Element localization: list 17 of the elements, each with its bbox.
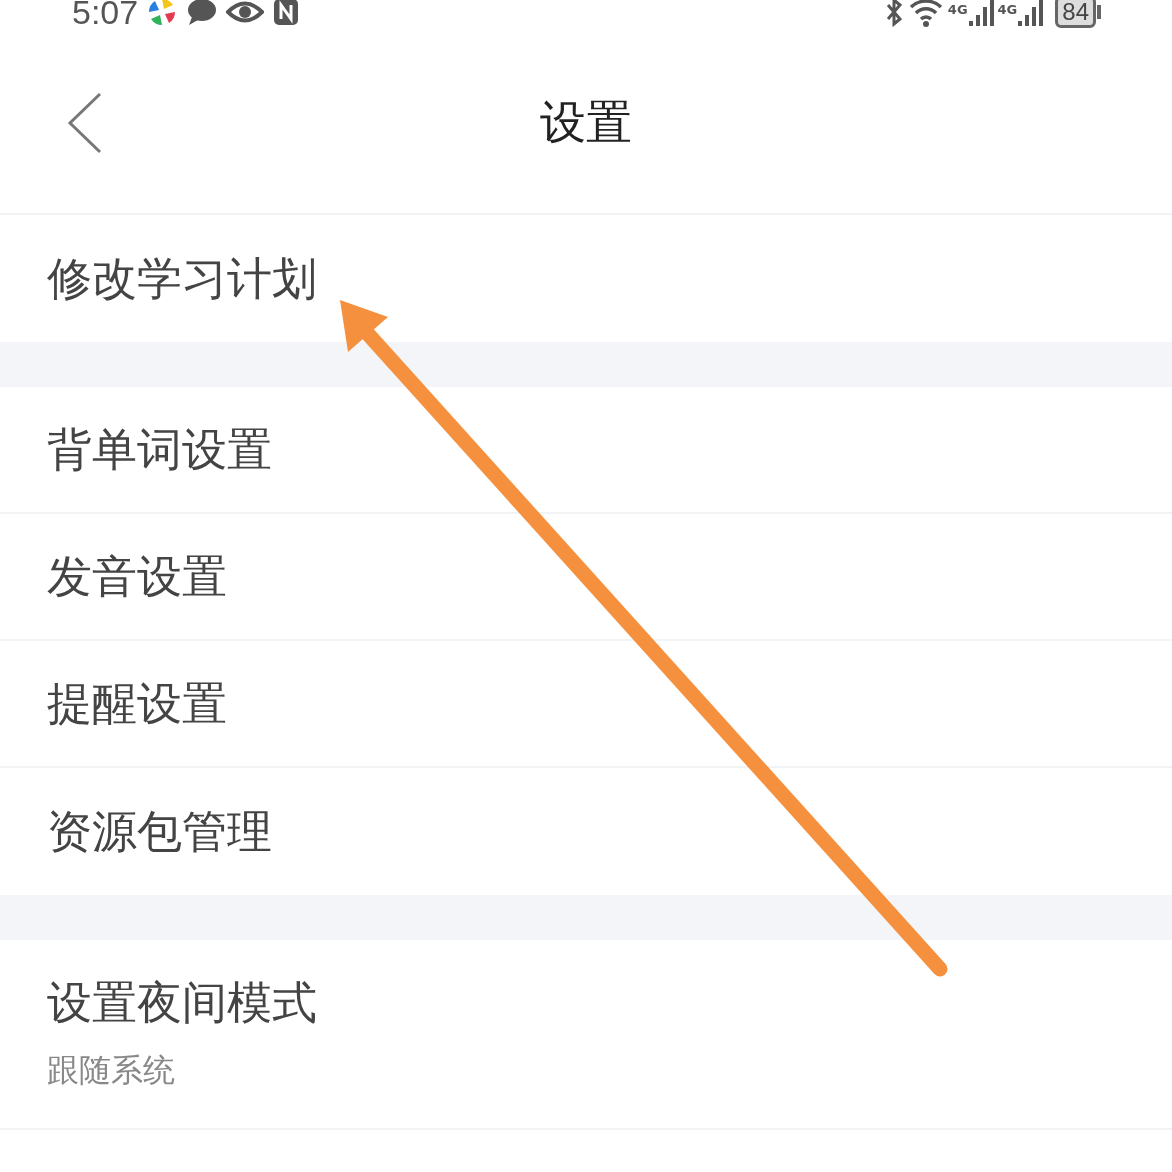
settings-row[interactable]: 资源包管理 bbox=[0, 768, 1172, 895]
settings-row[interactable]: 设置夜间模式 跟随系统 bbox=[0, 940, 1172, 1130]
signal-icon bbox=[1017, 0, 1044, 27]
signal-icon bbox=[967, 0, 994, 27]
settings-row[interactable]: 背单词设置 bbox=[0, 387, 1172, 514]
network-label: 4G bbox=[947, 3, 968, 16]
network-label: 4G bbox=[997, 3, 1018, 16]
battery-indicator: 84 bbox=[1055, 0, 1096, 28]
settings-row[interactable]: 提醒设置 bbox=[0, 641, 1172, 768]
page-title: 设置 bbox=[540, 94, 632, 151]
wifi-icon bbox=[907, 0, 944, 27]
nfc-icon bbox=[272, 0, 301, 27]
status-time: 5:07 bbox=[72, 0, 139, 29]
settings-row[interactable]: 修改学习计划 bbox=[0, 215, 1172, 342]
settings-row[interactable]: 发音设置 bbox=[0, 514, 1172, 641]
chat-bubble-icon bbox=[186, 0, 219, 27]
eye-icon bbox=[226, 0, 265, 25]
